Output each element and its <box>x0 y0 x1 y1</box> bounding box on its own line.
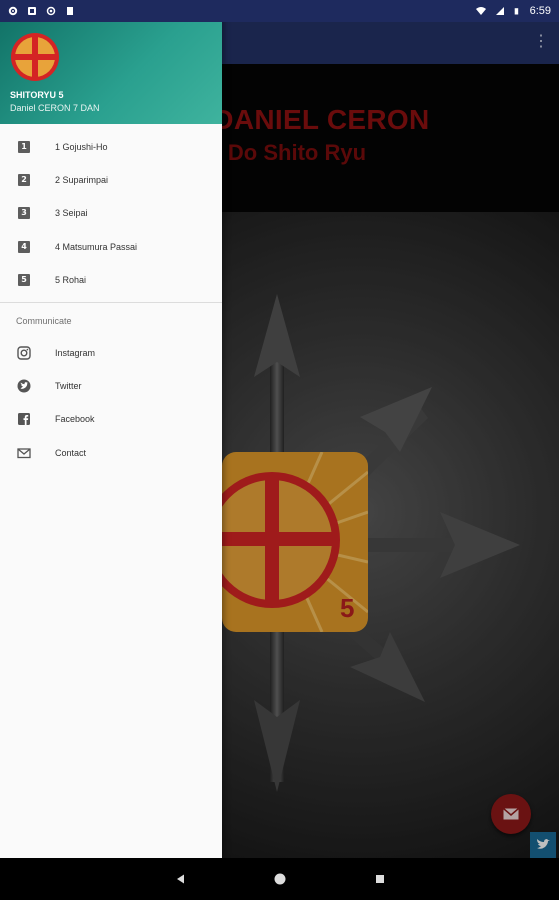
status-system-icons: 6:59 <box>475 5 551 17</box>
app-notification-icon <box>28 7 36 15</box>
battery-icon <box>514 8 518 15</box>
menu-item-label: Contact <box>55 447 87 458</box>
menu-item-label: 4 Matsumura Passai <box>55 241 138 252</box>
number-2-icon: 2 <box>17 173 31 187</box>
menu-item-suparimpai[interactable]: 2 2 Suparimpai <box>0 163 222 196</box>
communicate-section-title: Communicate <box>16 316 72 326</box>
navigation-drawer: SHITORYU 5 Daniel CERON 7 DAN 1 1 Gojush… <box>0 0 222 858</box>
twitter-icon <box>17 379 31 393</box>
menu-item-matsumura-passai[interactable]: 4 4 Matsumura Passai <box>0 230 222 263</box>
number-3-icon: 3 <box>17 206 31 220</box>
signal-icon <box>495 7 504 15</box>
settings-icon <box>8 6 18 16</box>
menu-item-gojushi-ho[interactable]: 1 1 Gojushi-Ho <box>0 130 222 163</box>
menu-item-label: 3 Seipai <box>55 208 88 219</box>
number-1-icon: 1 <box>17 140 31 154</box>
email-icon <box>17 446 31 460</box>
recents-icon <box>375 875 384 883</box>
home-icon <box>274 873 285 885</box>
menu-item-label: 5 Rohai <box>55 274 87 285</box>
sync-icon <box>46 6 56 16</box>
status-bar: 6:59 <box>0 0 559 22</box>
menu-item-twitter[interactable]: Twitter <box>0 369 222 402</box>
menu-item-label: 1 Gojushi-Ho <box>55 141 108 152</box>
menu-item-label: Twitter <box>55 380 82 391</box>
menu-item-label: Facebook <box>55 414 95 425</box>
system-navigation-bar <box>0 858 559 900</box>
kata-menu: 1 1 Gojushi-Ho 2 2 Suparimpai 3 3 Seipai… <box>0 130 222 296</box>
instagram-icon <box>17 345 31 360</box>
recents-button[interactable] <box>370 869 390 889</box>
drawer-app-name: SHITORYU 5 <box>10 90 64 100</box>
number-4-icon: 4 <box>17 240 31 254</box>
status-notification-icons <box>8 6 75 16</box>
clock: 6:59 <box>529 5 551 17</box>
menu-item-label: 2 Suparimpai <box>55 174 109 185</box>
menu-item-instagram[interactable]: Instagram <box>0 336 222 369</box>
app-logo <box>11 33 59 81</box>
facebook-icon <box>17 412 31 426</box>
wifi-icon <box>475 7 486 15</box>
number-5-icon: 5 <box>17 273 31 287</box>
drawer-app-subtitle: Daniel CERON 7 DAN <box>10 103 100 113</box>
communicate-menu: Instagram Twitter Facebook Contact <box>0 336 222 469</box>
menu-item-contact[interactable]: Contact <box>0 436 222 469</box>
back-icon <box>176 874 184 884</box>
home-button[interactable] <box>270 869 290 889</box>
menu-item-seipai[interactable]: 3 3 Seipai <box>0 197 222 230</box>
menu-item-facebook[interactable]: Facebook <box>0 403 222 436</box>
back-button[interactable] <box>170 869 190 889</box>
menu-item-label: Instagram <box>55 347 96 358</box>
menu-item-rohai[interactable]: 5 5 Rohai <box>0 263 222 296</box>
menu-divider <box>0 302 222 303</box>
storage-icon <box>67 7 73 15</box>
